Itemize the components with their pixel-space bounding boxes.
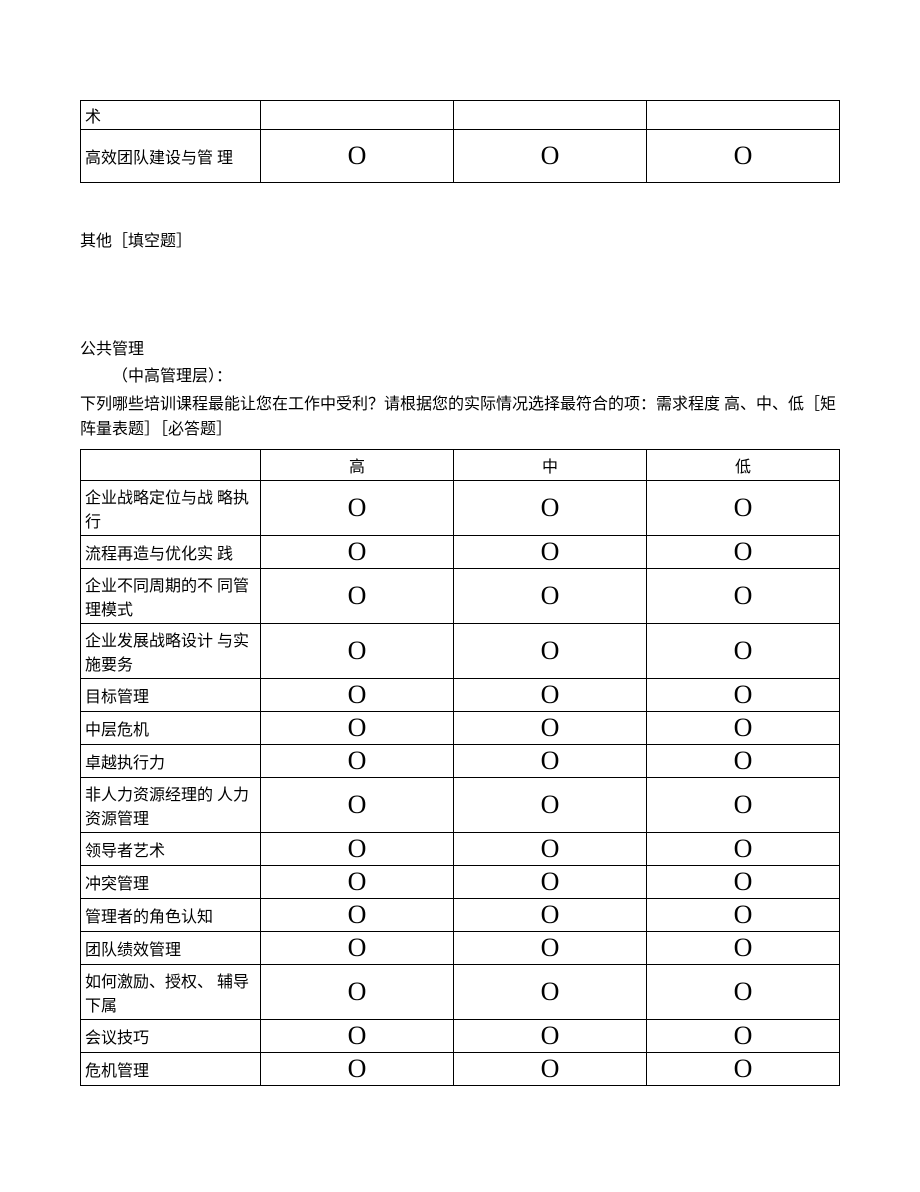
- other-fill-label: 其他［填空题］: [80, 229, 840, 255]
- matrix-header-row: 高 中 低: [81, 449, 840, 480]
- radio-cell[interactable]: O: [261, 623, 454, 678]
- radio-cell[interactable]: O: [454, 865, 647, 898]
- radio-cell[interactable]: O: [647, 1019, 840, 1052]
- row-label: 如何激励、授权、 辅导下属: [81, 964, 261, 1019]
- radio-cell[interactable]: [261, 101, 454, 130]
- table-row: 目标管理OOO: [81, 678, 840, 711]
- table-row: 如何激励、授权、 辅导下属OOO: [81, 964, 840, 1019]
- radio-cell[interactable]: O: [454, 130, 647, 183]
- section-title: 公共管理: [80, 337, 840, 363]
- radio-cell[interactable]: O: [261, 777, 454, 832]
- table-row: 非人力资源经理的 人力资源管理OOO: [81, 777, 840, 832]
- radio-cell[interactable]: O: [454, 480, 647, 535]
- table-row: 领导者艺术OOO: [81, 832, 840, 865]
- table-row: 术: [81, 101, 840, 130]
- radio-cell[interactable]: O: [261, 832, 454, 865]
- row-label: 卓越执行力: [81, 744, 261, 777]
- row-label: 高效团队建设与管 理: [81, 130, 261, 183]
- row-label: 危机管理: [81, 1052, 261, 1085]
- radio-cell[interactable]: [454, 101, 647, 130]
- row-label: 团队绩效管理: [81, 931, 261, 964]
- row-label: 冲突管理: [81, 865, 261, 898]
- table-row: 冲突管理OOO: [81, 865, 840, 898]
- radio-cell[interactable]: [647, 101, 840, 130]
- radio-cell[interactable]: O: [261, 744, 454, 777]
- radio-cell[interactable]: O: [261, 568, 454, 623]
- radio-cell[interactable]: O: [261, 678, 454, 711]
- table-row: 卓越执行力OOO: [81, 744, 840, 777]
- radio-cell[interactable]: O: [454, 744, 647, 777]
- row-label: 术: [81, 101, 261, 130]
- radio-cell[interactable]: O: [454, 1019, 647, 1052]
- row-label: 企业发展战略设计 与实施要务: [81, 623, 261, 678]
- radio-cell[interactable]: O: [261, 931, 454, 964]
- radio-cell[interactable]: O: [261, 865, 454, 898]
- radio-cell[interactable]: O: [647, 623, 840, 678]
- radio-cell[interactable]: O: [454, 964, 647, 1019]
- radio-cell[interactable]: O: [261, 711, 454, 744]
- row-label: 会议技巧: [81, 1019, 261, 1052]
- radio-cell[interactable]: O: [647, 964, 840, 1019]
- radio-cell[interactable]: O: [261, 1052, 454, 1085]
- radio-cell[interactable]: O: [454, 898, 647, 931]
- row-label: 企业不同周期的不 同管理模式: [81, 568, 261, 623]
- radio-cell[interactable]: O: [454, 1052, 647, 1085]
- radio-cell[interactable]: O: [454, 777, 647, 832]
- matrix-table: 高 中 低 企业战略定位与战 略执行OOO流程再造与优化实 践OOO企业不同周期…: [80, 449, 840, 1086]
- row-label: 中层危机: [81, 711, 261, 744]
- section-subtitle: （中高管理层）：: [80, 364, 840, 390]
- radio-cell[interactable]: O: [647, 678, 840, 711]
- table-row: 企业发展战略设计 与实施要务OOO: [81, 623, 840, 678]
- table-row: 中层危机OOO: [81, 711, 840, 744]
- radio-cell[interactable]: O: [454, 535, 647, 568]
- radio-cell[interactable]: O: [647, 865, 840, 898]
- radio-cell[interactable]: O: [261, 1019, 454, 1052]
- radio-cell[interactable]: O: [261, 480, 454, 535]
- radio-cell[interactable]: O: [454, 931, 647, 964]
- row-label: 流程再造与优化实 践: [81, 535, 261, 568]
- radio-cell[interactable]: O: [261, 898, 454, 931]
- radio-cell[interactable]: O: [261, 964, 454, 1019]
- table-row: 团队绩效管理OOO: [81, 931, 840, 964]
- question-text: 下列哪些培训课程最能让您在工作中受利？请根据您的实际情况选择最符合的项：需求程度…: [80, 392, 840, 443]
- row-label: 领导者艺术: [81, 832, 261, 865]
- radio-cell[interactable]: O: [454, 711, 647, 744]
- table-row: 企业不同周期的不 同管理模式OOO: [81, 568, 840, 623]
- table-row: 管理者的角色认知OOO: [81, 898, 840, 931]
- radio-cell[interactable]: O: [647, 568, 840, 623]
- radio-cell[interactable]: O: [647, 535, 840, 568]
- radio-cell[interactable]: O: [454, 832, 647, 865]
- row-label: 管理者的角色认知: [81, 898, 261, 931]
- table-row: 企业战略定位与战 略执行OOO: [81, 480, 840, 535]
- radio-cell[interactable]: O: [454, 623, 647, 678]
- table-row: 高效团队建设与管 理 O O O: [81, 130, 840, 183]
- radio-cell[interactable]: O: [647, 777, 840, 832]
- radio-cell[interactable]: O: [647, 130, 840, 183]
- radio-cell[interactable]: O: [454, 678, 647, 711]
- matrix-header-mid: 中: [454, 449, 647, 480]
- radio-cell[interactable]: O: [647, 711, 840, 744]
- matrix-header-high: 高: [261, 449, 454, 480]
- table-row: 流程再造与优化实 践OOO: [81, 535, 840, 568]
- row-label: 非人力资源经理的 人力资源管理: [81, 777, 261, 832]
- radio-cell[interactable]: O: [261, 130, 454, 183]
- table-row: 会议技巧OOO: [81, 1019, 840, 1052]
- radio-cell[interactable]: O: [647, 1052, 840, 1085]
- matrix-header-low: 低: [647, 449, 840, 480]
- radio-cell[interactable]: O: [647, 744, 840, 777]
- radio-cell[interactable]: O: [454, 568, 647, 623]
- radio-cell[interactable]: O: [647, 480, 840, 535]
- row-label: 企业战略定位与战 略执行: [81, 480, 261, 535]
- prior-table-fragment: 术 高效团队建设与管 理 O O O: [80, 100, 840, 183]
- table-row: 危机管理OOO: [81, 1052, 840, 1085]
- radio-cell[interactable]: O: [647, 931, 840, 964]
- row-label: 目标管理: [81, 678, 261, 711]
- matrix-header-blank: [81, 449, 261, 480]
- radio-cell[interactable]: O: [261, 535, 454, 568]
- radio-cell[interactable]: O: [647, 898, 840, 931]
- radio-cell[interactable]: O: [647, 832, 840, 865]
